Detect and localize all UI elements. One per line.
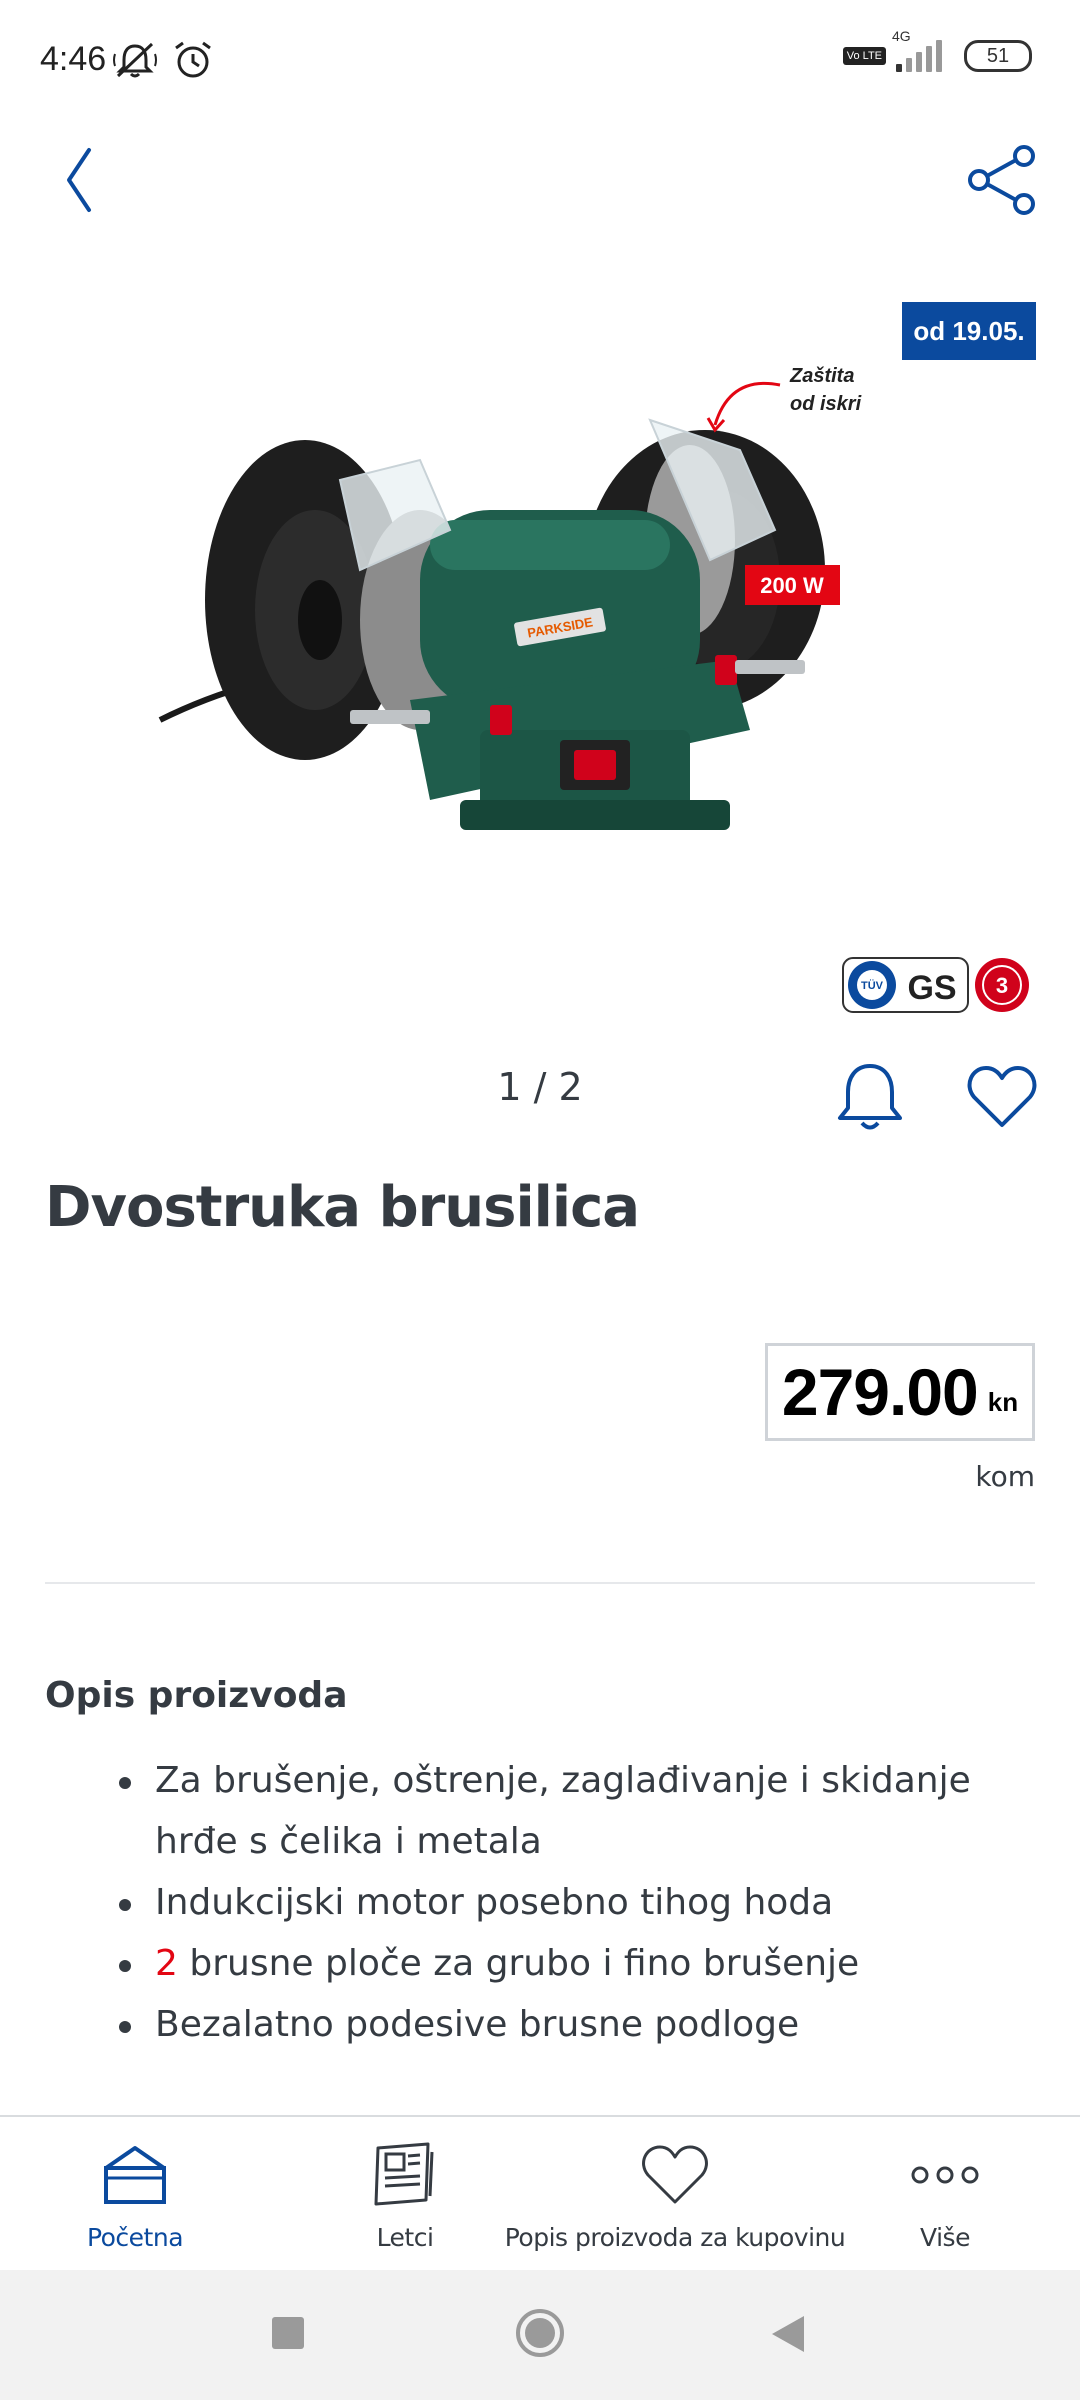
share-button[interactable] [965,140,1040,220]
certification-badges: TÜV GS 3 [842,955,1032,1015]
status-bar: 4:46 Vo LTE 4G 51 [0,0,1080,125]
svg-text:3: 3 [996,973,1008,998]
chevron-left-icon [67,148,91,212]
recent-apps-button[interactable] [270,2315,306,2351]
mute-icon [112,40,158,84]
annotation-line-1: Zaštita [790,365,855,387]
image-annotation: Zaštita od iskri [790,362,861,418]
leaflet-icon [370,2135,440,2215]
network-type: 4G [892,28,911,44]
back-button[interactable] [55,140,105,220]
availability-badge: od 19.05. [902,302,1036,360]
list-item-text: Bezalatno podesive brusne podloge [155,2004,800,2045]
bell-icon [838,1064,902,1130]
notify-button[interactable] [835,1060,905,1135]
nav-item-leaflets[interactable]: Letci [335,2117,475,2272]
divider [45,1582,1035,1584]
nav-label: Popis proizvoda za kupovinu [504,2223,846,2252]
circle-icon [516,2309,564,2357]
image-pager: 1 / 2 [497,1065,583,1109]
status-time: 4:46 [40,40,107,78]
favorite-button[interactable] [966,1063,1038,1131]
status-indicators: Vo LTE 4G 51 [842,28,1032,72]
more-dots-icon [910,2135,980,2215]
nav-item-shopping-list[interactable]: Popis proizvoda za kupovinu [505,2117,846,2272]
price-box: 279.00 kn [765,1343,1035,1441]
price-currency: kn [987,1386,1019,1417]
nav-item-home[interactable]: Početna [65,2117,205,2272]
list-item: Za brušenje, oštrenje, zaglađivanje i sk… [115,1750,1015,1872]
nav-label: Početna [86,2223,184,2252]
price-unit: kom [975,1460,1035,1493]
list-item-text: Indukcijski motor posebno tihog hoda [155,1882,834,1923]
volte-badge: Vo LTE [842,47,886,65]
product-image[interactable]: PARKSIDE 200 W [130,330,890,900]
description-heading: Opis proizvoda [45,1675,348,1716]
signal-icon: 4G [892,28,942,72]
annotation-line-2: od iskri [790,393,862,415]
home-icon [100,2135,170,2215]
list-item-number: 2 [155,1943,178,1984]
nav-label: Više [920,2223,970,2252]
triangle-back-icon [772,2316,804,2352]
svg-text:GS: GS [907,969,956,1007]
price-value: 279.00 [781,1355,979,1429]
power-label: 200 W [760,573,824,598]
home-system-button[interactable] [515,2308,565,2358]
list-item: Bezalatno podesive brusne podloge [115,1994,1015,2055]
heart-icon [967,1066,1037,1127]
nav-label: Letci [376,2223,434,2252]
battery-level: 51 [986,44,1010,67]
back-system-button[interactable] [768,2314,806,2354]
list-item-text: brusne ploče za grubo i fino brušenje [189,1943,860,1984]
battery-icon: 51 [964,40,1032,72]
nav-item-more[interactable]: Više [875,2117,1015,2272]
bottom-navigation: Početna Letci Popis proizvoda za kupovin… [0,2115,1080,2270]
list-item: 2 brusne ploče za grubo i fino brušenje [115,1933,1015,1994]
square-icon [272,2317,304,2349]
alarm-icon [172,40,214,84]
share-icon [968,145,1035,215]
svg-text:TÜV: TÜV [861,979,884,992]
heart-icon [640,2135,710,2215]
list-item: Indukcijski motor posebno tihog hoda [115,1872,1015,1933]
product-title: Dvostruka brusilica [45,1175,640,1240]
list-item-text: Za brušenje, oštrenje, zaglađivanje i sk… [155,1760,971,1862]
system-navigation-bar [0,2270,1080,2400]
description-list: Za brušenje, oštrenje, zaglađivanje i sk… [115,1750,1015,2055]
